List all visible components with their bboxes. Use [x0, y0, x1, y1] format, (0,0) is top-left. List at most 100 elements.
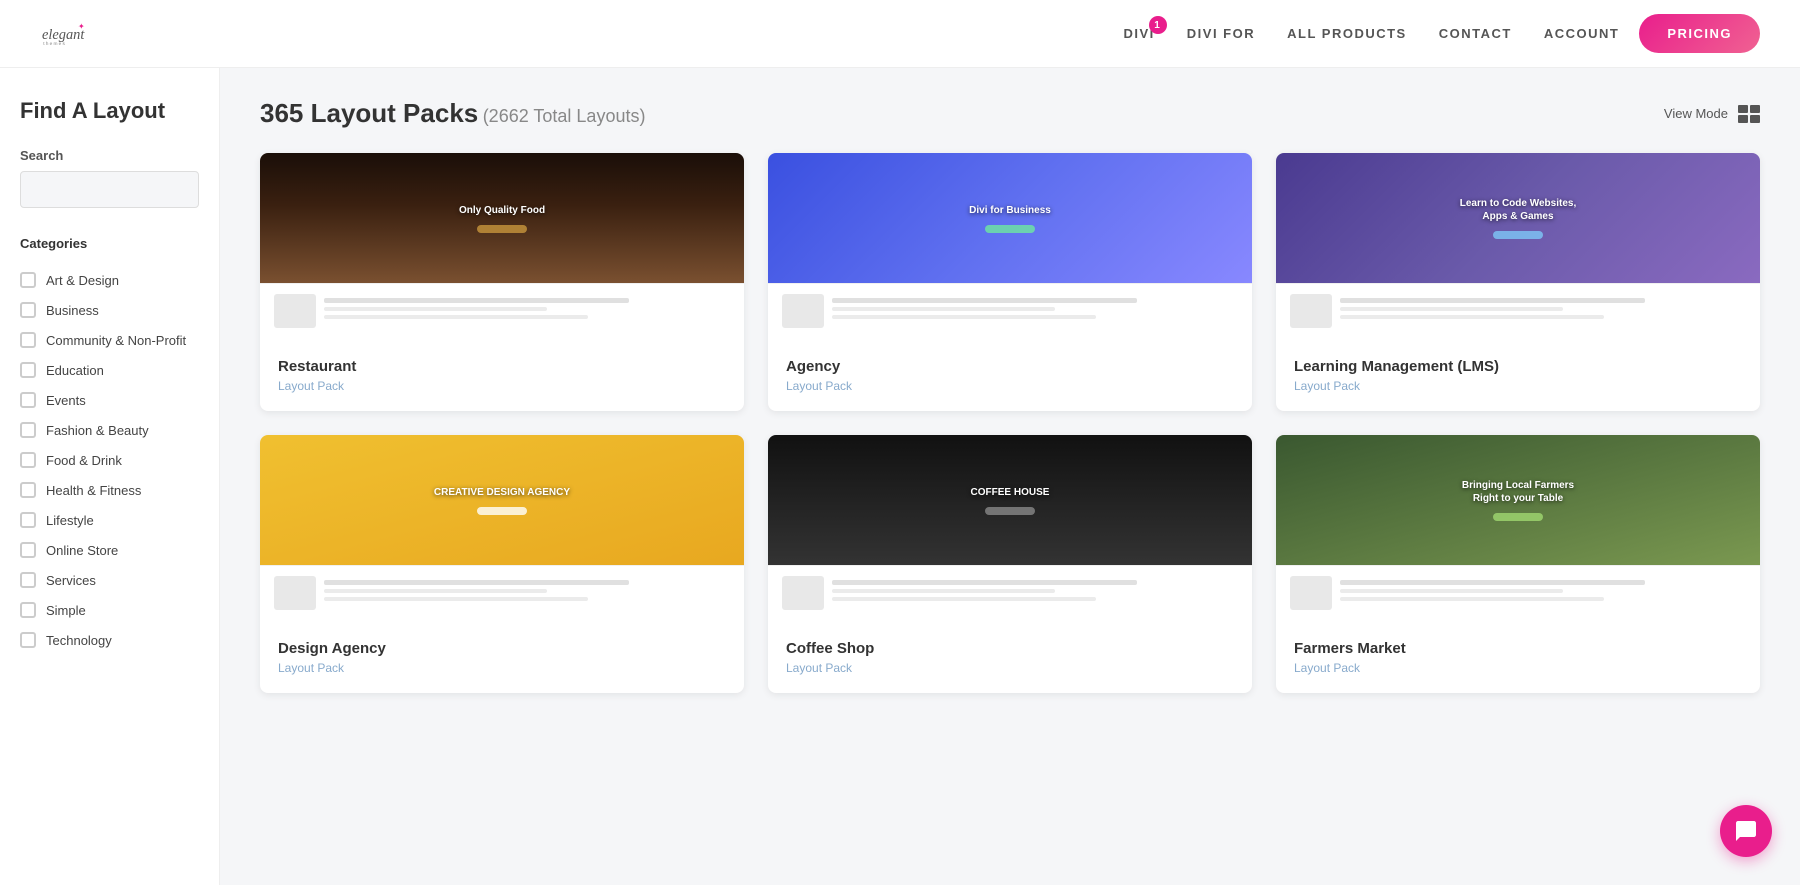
card-type-restaurant: Layout Pack	[278, 379, 726, 393]
layout-card-coffee-shop[interactable]: COFFEE HOUSE Coffee Shop Layout Pack	[768, 435, 1252, 693]
category-checkbox-simple[interactable]	[20, 602, 36, 618]
card-preview-lms: Learn to Code Websites, Apps & Games	[1276, 153, 1760, 283]
svg-text:✦: ✦	[78, 22, 85, 31]
layout-count-area: 365 Layout Packs (2662 Total Layouts)	[260, 98, 645, 129]
layout-card-design-agency[interactable]: CREATIVE DESIGN AGENCY Design Agency Layou…	[260, 435, 744, 693]
category-label-services: Services	[46, 573, 96, 588]
card-bottom-restaurant	[260, 283, 744, 344]
card-type-farmers-market: Layout Pack	[1294, 661, 1742, 675]
category-label-online-store: Online Store	[46, 543, 118, 558]
category-checkbox-lifestyle[interactable]	[20, 512, 36, 528]
layout-count-title: 365 Layout Packs	[260, 98, 478, 128]
card-type-coffee-shop: Layout Pack	[786, 661, 1234, 675]
main-nav: DIVI1 DIVI FOR ALL PRODUCTS CONTACT ACCOUNT	[1123, 26, 1619, 41]
card-info-coffee-shop: Coffee Shop Layout Pack	[768, 626, 1252, 693]
category-item-community-non-profit[interactable]: Community & Non-Profit	[20, 325, 199, 355]
svg-text:themes: themes	[43, 40, 66, 46]
category-item-services[interactable]: Services	[20, 565, 199, 595]
category-checkbox-technology[interactable]	[20, 632, 36, 648]
chat-button[interactable]	[1720, 805, 1772, 857]
categories-list: Art & Design Business Community & Non-Prof…	[20, 265, 199, 655]
card-preview-design-agency: CREATIVE DESIGN AGENCY	[260, 435, 744, 565]
card-preview-agency: Divi for Business	[768, 153, 1252, 283]
search-input[interactable]	[20, 171, 199, 208]
view-mode-area[interactable]: View Mode	[1664, 105, 1760, 123]
category-checkbox-business[interactable]	[20, 302, 36, 318]
nav-item-account[interactable]: ACCOUNT	[1544, 26, 1620, 41]
category-item-lifestyle[interactable]: Lifestyle	[20, 505, 199, 535]
sidebar: Find A Layout Search Categories Art & De…	[0, 68, 220, 885]
category-item-online-store[interactable]: Online Store	[20, 535, 199, 565]
card-type-design-agency: Layout Pack	[278, 661, 726, 675]
card-bottom-farmers-market	[1276, 565, 1760, 626]
category-item-food-drink[interactable]: Food & Drink	[20, 445, 199, 475]
card-preview-coffee-shop: COFFEE HOUSE	[768, 435, 1252, 565]
card-info-agency: Agency Layout Pack	[768, 344, 1252, 411]
category-checkbox-health-fitness[interactable]	[20, 482, 36, 498]
category-item-education[interactable]: Education	[20, 355, 199, 385]
category-label-events: Events	[46, 393, 86, 408]
category-label-technology: Technology	[46, 633, 112, 648]
search-label: Search	[20, 148, 199, 163]
category-checkbox-education[interactable]	[20, 362, 36, 378]
category-checkbox-community-non-profit[interactable]	[20, 332, 36, 348]
category-item-simple[interactable]: Simple	[20, 595, 199, 625]
total-layouts-val: (2662 Total Layouts)	[483, 106, 646, 126]
category-item-health-fitness[interactable]: Health & Fitness	[20, 475, 199, 505]
card-preview-farmers-market: Bringing Local Farmers Right to your Tab…	[1276, 435, 1760, 565]
categories-title: Categories	[20, 236, 199, 251]
logo[interactable]: elegant themes ✦	[40, 10, 88, 58]
category-checkbox-events[interactable]	[20, 392, 36, 408]
card-bottom-design-agency	[260, 565, 744, 626]
category-checkbox-services[interactable]	[20, 572, 36, 588]
chat-icon	[1734, 819, 1758, 843]
category-checkbox-food-drink[interactable]	[20, 452, 36, 468]
layout-card-lms[interactable]: Learn to Code Websites, Apps & Games Lear…	[1276, 153, 1760, 411]
card-name-farmers-market: Farmers Market	[1294, 640, 1742, 657]
page-body: Find A Layout Search Categories Art & De…	[0, 68, 1800, 885]
category-label-simple: Simple	[46, 603, 86, 618]
category-checkbox-art-design[interactable]	[20, 272, 36, 288]
card-info-farmers-market: Farmers Market Layout Pack	[1276, 626, 1760, 693]
content-header: 365 Layout Packs (2662 Total Layouts) Vi…	[260, 98, 1760, 129]
nav-item-all-products[interactable]: ALL PRODUCTS	[1287, 26, 1407, 41]
header: elegant themes ✦ DIVI1 DIVI FOR ALL PRODUC…	[0, 0, 1800, 68]
category-checkbox-online-store[interactable]	[20, 542, 36, 558]
category-label-community-non-profit: Community & Non-Profit	[46, 333, 186, 348]
cards-grid: Only Quality FoodRestaurantLayout PackDi…	[260, 153, 1760, 693]
category-label-education: Education	[46, 363, 104, 378]
category-item-business[interactable]: Business	[20, 295, 199, 325]
nav-item-divi-for[interactable]: DIVI FOR	[1187, 26, 1255, 41]
card-type-agency: Layout Pack	[786, 379, 1234, 393]
card-bottom-lms	[1276, 283, 1760, 344]
card-info-restaurant: Restaurant Layout Pack	[260, 344, 744, 411]
pricing-button[interactable]: PRICING	[1639, 14, 1760, 53]
sidebar-title: Find A Layout	[20, 98, 199, 124]
layout-card-agency[interactable]: Divi for Business Agency Layout Pack	[768, 153, 1252, 411]
card-bottom-agency	[768, 283, 1252, 344]
category-item-fashion-beauty[interactable]: Fashion & Beauty	[20, 415, 199, 445]
category-label-lifestyle: Lifestyle	[46, 513, 94, 528]
card-preview-restaurant: Only Quality Food	[260, 153, 744, 283]
nav-item-divi[interactable]: DIVI1	[1123, 26, 1154, 41]
card-name-lms: Learning Management (LMS)	[1294, 358, 1742, 375]
category-label-food-drink: Food & Drink	[46, 453, 122, 468]
category-checkbox-fashion-beauty[interactable]	[20, 422, 36, 438]
nav-item-contact[interactable]: CONTACT	[1439, 26, 1512, 41]
layout-card-farmers-market[interactable]: Bringing Local Farmers Right to your Tab…	[1276, 435, 1760, 693]
card-name-restaurant: Restaurant	[278, 358, 726, 375]
card-info-design-agency: Design Agency Layout Pack	[260, 626, 744, 693]
category-label-art-design: Art & Design	[46, 273, 119, 288]
card-name-design-agency: Design Agency	[278, 640, 726, 657]
card-name-agency: Agency	[786, 358, 1234, 375]
category-item-events[interactable]: Events	[20, 385, 199, 415]
category-item-art-design[interactable]: Art & Design	[20, 265, 199, 295]
view-mode-icon[interactable]	[1738, 105, 1760, 123]
card-bottom-coffee-shop	[768, 565, 1252, 626]
category-label-business: Business	[46, 303, 99, 318]
card-name-coffee-shop: Coffee Shop	[786, 640, 1234, 657]
layout-card-restaurant[interactable]: Only Quality Food Restaurant Layout Pack	[260, 153, 744, 411]
category-item-technology[interactable]: Technology	[20, 625, 199, 655]
card-type-lms: Layout Pack	[1294, 379, 1742, 393]
main-content: 365 Layout Packs (2662 Total Layouts) Vi…	[220, 68, 1800, 885]
